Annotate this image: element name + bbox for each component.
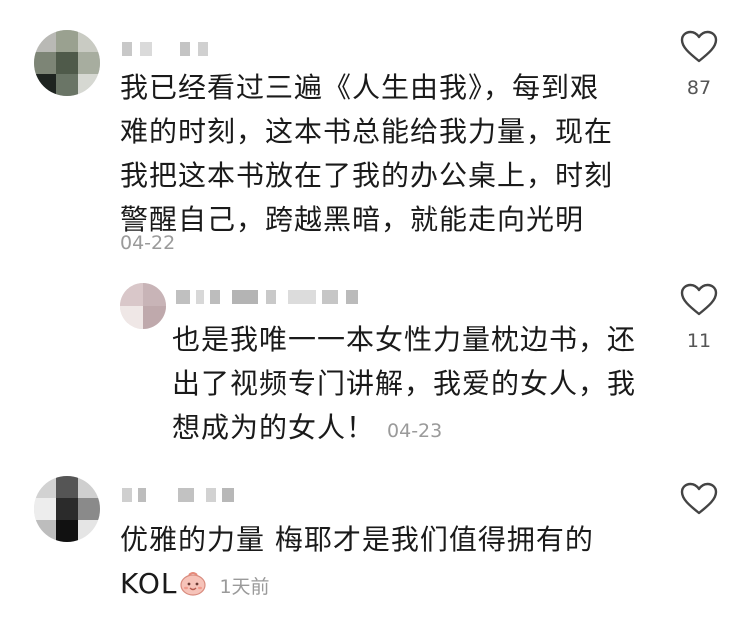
- reply-date: 04-23: [387, 420, 443, 442]
- comment-date: 04-22: [120, 232, 176, 254]
- avatar[interactable]: [34, 30, 100, 96]
- comment-text: 优雅的力量 梅耶才是我们值得拥有的 KOL 1天前: [120, 523, 594, 600]
- username-pixelated[interactable]: [122, 42, 222, 58]
- avatar[interactable]: [34, 476, 100, 542]
- like-count: 11: [686, 330, 712, 352]
- smiling-face-emoji: [179, 565, 207, 596]
- username-pixelated[interactable]: [122, 488, 242, 504]
- like-count: 87: [686, 77, 712, 99]
- comment-text: 我已经看过三遍《人生由我》，每到艰 难的时刻，这本书总能给我力量，现在 我把这本…: [120, 71, 614, 236]
- reply-text: 也是我唯一一本女性力量枕边书，还 出了视频专门讲解，我爱的女人，我 想成为的女人…: [172, 323, 637, 444]
- heart-outline-icon[interactable]: [680, 283, 718, 317]
- comment-date: 1天前: [219, 576, 270, 598]
- username-pixelated[interactable]: [176, 290, 366, 306]
- heart-outline-icon[interactable]: [680, 482, 718, 516]
- avatar[interactable]: [120, 283, 166, 329]
- heart-outline-icon[interactable]: [680, 30, 718, 64]
